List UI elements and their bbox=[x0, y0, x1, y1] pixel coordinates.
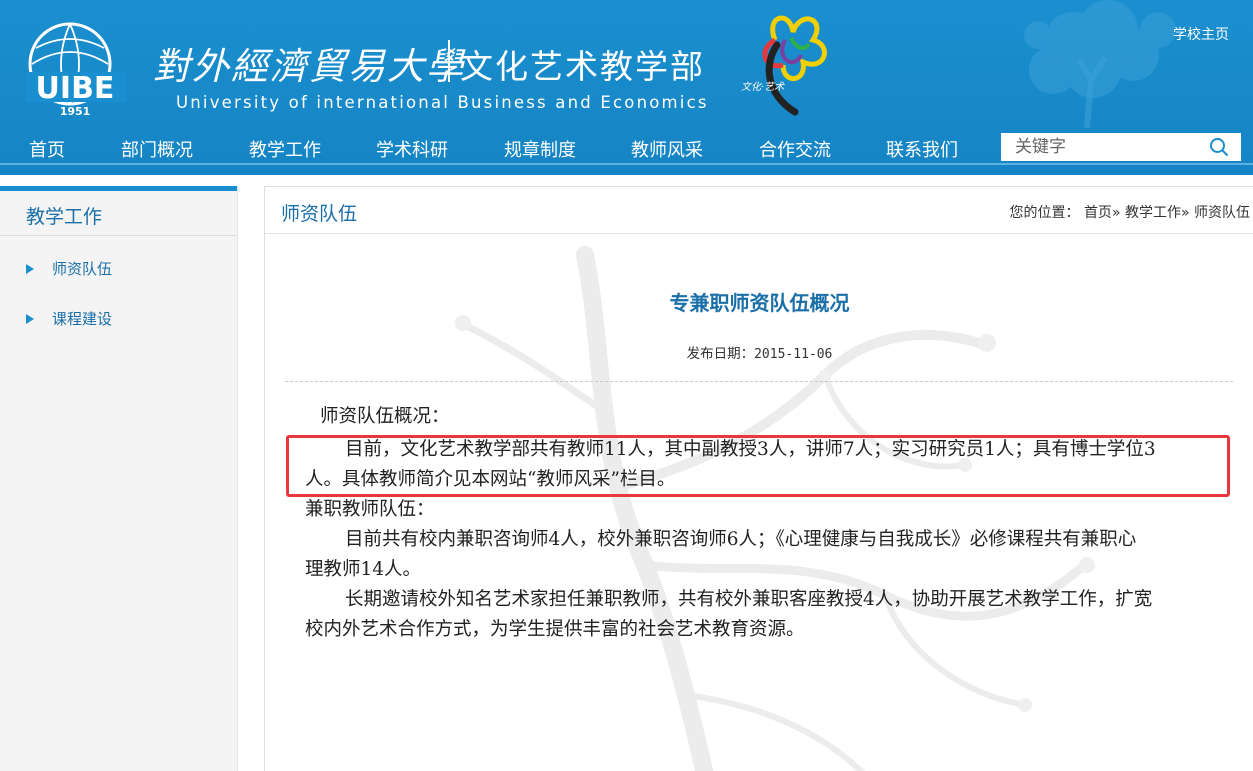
sidebar-title: 教学工作 bbox=[26, 206, 103, 228]
breadcrumb-prefix: 您的位置： bbox=[1009, 205, 1080, 221]
search-box bbox=[1001, 133, 1241, 161]
university-name-en: University of international Business and… bbox=[176, 93, 709, 112]
article-paragraph: 师资队伍概况： bbox=[320, 406, 450, 427]
svg-text:1951: 1951 bbox=[60, 105, 91, 118]
svg-text:UIBE: UIBE bbox=[36, 71, 115, 106]
uibe-logo-icon: UIBE 1951 bbox=[26, 22, 126, 118]
nav-item-home[interactable]: 首页 bbox=[29, 136, 65, 162]
article-paragraph: 目前共有校内兼职咨询师4人，校外兼职咨询师6人；《心理健康与自我成长》必修课程共… bbox=[345, 529, 1137, 550]
triangle-arrow-icon bbox=[26, 314, 34, 324]
department-name: 文化艺术教学部 bbox=[460, 47, 705, 86]
article-date: 发布日期：2015-11-06 bbox=[265, 342, 1253, 362]
search-input[interactable] bbox=[1001, 133, 1201, 161]
sidebar-accent-bar bbox=[0, 186, 237, 191]
breadcrumb-separator: » bbox=[1111, 205, 1121, 221]
article-paragraph: 兼职教师队伍： bbox=[305, 499, 435, 520]
nav-item-cooperation[interactable]: 合作交流 bbox=[759, 136, 831, 162]
content-header: 师资队伍 您的位置： 首页» 教学工作» 师资队伍 bbox=[265, 187, 1253, 234]
date-label: 发布日期： bbox=[686, 346, 755, 362]
article-paragraph: 长期邀请校外知名艺术家担任兼职教师，共有校外兼职客座教授4人，协助开展艺术教学工… bbox=[345, 589, 1153, 610]
nav-item-teaching[interactable]: 教学工作 bbox=[249, 136, 321, 162]
highlight-annotation-box bbox=[286, 435, 1230, 497]
article-title: 专兼职师资队伍概况 bbox=[669, 291, 850, 315]
nav-divider bbox=[0, 163, 1253, 165]
site-header: UIBE 1951 對外經濟貿易大學 文化艺术教学部 University of… bbox=[0, 0, 1253, 175]
nav-item-research[interactable]: 学术科研 bbox=[376, 136, 448, 162]
search-icon[interactable] bbox=[1209, 137, 1229, 157]
school-home-link[interactable]: 学校主页 bbox=[1173, 24, 1229, 44]
article-divider bbox=[285, 381, 1233, 382]
article-paragraph: 理教师14人。 bbox=[305, 559, 422, 580]
triangle-arrow-icon bbox=[26, 264, 34, 274]
sidebar: 教学工作 师资队伍 课程建设 bbox=[0, 186, 238, 771]
date-value: 2015-11-06 bbox=[754, 347, 833, 362]
article-paragraph: 校内外艺术合作方式，为学生提供丰富的社会艺术教育资源。 bbox=[305, 619, 805, 640]
nav-item-teachers[interactable]: 教师风采 bbox=[631, 136, 703, 162]
culture-art-flower-icon: 文化·艺术 bbox=[741, 15, 827, 116]
university-name-cn: 對外經濟貿易大學 bbox=[153, 45, 465, 88]
sidebar-divider bbox=[0, 235, 237, 236]
breadcrumb-home[interactable]: 首页 bbox=[1084, 205, 1112, 221]
svg-text:文化·艺术: 文化·艺术 bbox=[741, 81, 785, 93]
sidebar-item-label: 师资队伍 bbox=[52, 260, 113, 278]
nav-item-department[interactable]: 部门概况 bbox=[121, 136, 193, 162]
main-content: 师资队伍 您的位置： 首页» 教学工作» 师资队伍 专兼职师资队伍概况 发布日期… bbox=[264, 186, 1253, 771]
breadcrumb-separator: » bbox=[1180, 205, 1190, 221]
nav-item-regulations[interactable]: 规章制度 bbox=[504, 136, 576, 162]
tree-background-icon bbox=[1024, 0, 1176, 128]
breadcrumb-teaching[interactable]: 教学工作 bbox=[1125, 205, 1181, 221]
logo-divider bbox=[448, 40, 450, 82]
section-title: 师资队伍 bbox=[281, 203, 358, 225]
breadcrumb: 您的位置： 首页» 教学工作» 师资队伍 bbox=[1009, 202, 1250, 222]
sidebar-item-label: 课程建设 bbox=[52, 310, 113, 328]
breadcrumb-faculty[interactable]: 师资队伍 bbox=[1194, 205, 1250, 221]
nav-item-contact[interactable]: 联系我们 bbox=[886, 136, 958, 162]
